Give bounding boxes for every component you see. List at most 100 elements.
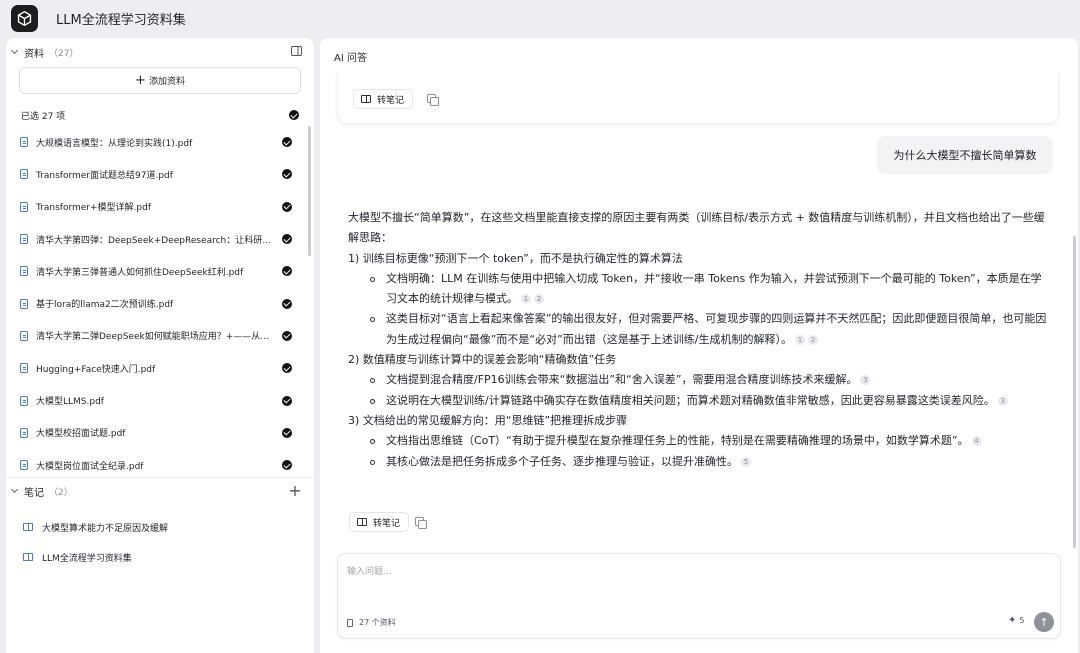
note-item[interactable]: 大模型算术能力不足原因及缓解 (6, 512, 306, 542)
answer-bullet: 文档指出思维链（CoT）“有助于提升模型在复杂推理任务上的性能，特别是在需要精确… (348, 431, 1050, 451)
citation-badge[interactable]: 3 (860, 375, 871, 386)
note-item[interactable]: LLM全流程学习资料集 (6, 542, 306, 572)
citation-badge[interactable]: 3 (997, 395, 1008, 406)
to-note-button[interactable]: 转笔记 (353, 89, 414, 109)
citation-badge[interactable]: 2 (808, 334, 818, 345)
note-title: 大模型算术能力不足原因及缓解 (42, 523, 169, 534)
source-file-item[interactable]: 基于lora的llama2二次预训练.pdf (6, 287, 306, 319)
source-file-name: 大模型校招面试题.pdf (36, 429, 126, 440)
add-note-plus-icon[interactable]: + (288, 483, 302, 499)
notes-header[interactable]: 笔记 （2） (8, 479, 73, 503)
source-file-item[interactable]: 清华大学第三弹普通人如何抓住DeepSeek红利.pdf (6, 255, 306, 287)
model-label: 5 (1019, 616, 1025, 625)
chat-panel: AI 问答 转笔记 为什么大模型不擅长简单算数 大模型不擅长“简单算数”，在这些… (320, 38, 1078, 653)
source-file-name: 大模型LLMS.pdf (36, 397, 104, 408)
source-checkbox[interactable] (282, 266, 292, 277)
source-checkbox[interactable] (282, 460, 292, 471)
document-icon (20, 363, 28, 374)
answer-bullet-text: 其核心做法是把任务拆成多个子任务、逐步推理与验证，以提升准确性。 (386, 454, 738, 468)
source-checkbox[interactable] (282, 363, 292, 374)
source-checkbox[interactable] (282, 137, 292, 148)
notes-list: 大模型算术能力不足原因及缓解 LLM全流程学习资料集 (6, 512, 306, 572)
to-note-label: 转笔记 (373, 518, 401, 529)
send-button[interactable]: ↑ (1034, 612, 1054, 632)
note-title: LLM全流程学习资料集 (42, 553, 132, 564)
source-file-item[interactable]: 大模型校招面试题.pdf (6, 417, 306, 449)
answer-to-note-button[interactable]: 转笔记 (349, 512, 410, 532)
citation-badge[interactable]: 5 (741, 456, 751, 467)
sparkle-icon: ✦ (1008, 615, 1017, 626)
chat-scrollbar[interactable] (1073, 236, 1076, 548)
document-icon (20, 427, 28, 438)
answer-intro-text: 大模型不擅长“简单算数”，在这些文档里能直接支撑的原因主要有两类（训练目标/表示… (348, 211, 1045, 245)
question-input-box[interactable]: 输入问题... 27 个资料 ✦ 5 ↑ (337, 553, 1061, 639)
citation-badge[interactable]: 1 (521, 294, 531, 305)
sources-count: （27） (49, 48, 79, 59)
source-file-item[interactable]: 大模型LLMS.pdf (6, 384, 306, 416)
selected-count-label: 已选 27 项 (21, 111, 66, 122)
document-icon (347, 618, 353, 627)
add-source-label: 添加资料 (148, 77, 185, 87)
answer-bullet-text: 这说明在大模型训练/计算链路中确实存在数值精度相关问题；而算术题对精确数值非常敏… (386, 393, 995, 407)
sources-scrollbar[interactable] (308, 126, 311, 256)
source-file-item[interactable]: 清华大学第二弹DeepSeek如何赋能职场应用？+——从提示语技巧到多场景应用.… (6, 320, 306, 352)
panel-toggle-icon[interactable] (290, 45, 302, 57)
document-icon (20, 298, 28, 309)
select-all-row[interactable]: 已选 27 项 (21, 108, 299, 122)
source-count-indicator[interactable]: 27 个资料 (347, 617, 396, 628)
book-icon (23, 553, 33, 561)
source-checkbox[interactable] (282, 234, 292, 245)
document-icon (20, 201, 28, 212)
chevron-down-icon (10, 46, 19, 55)
citation-badge[interactable]: 4 (971, 436, 982, 447)
answer-section-2: 2) 数值精度与训练计算中的误差会影响“精确数值”任务 (348, 353, 617, 367)
chevron-down-icon (10, 485, 19, 494)
source-file-name: 基于lora的llama2二次预训练.pdf (36, 300, 174, 311)
bullet-icon (370, 459, 375, 465)
arrow-up-icon: ↑ (1039, 615, 1049, 629)
answer-bullet-text: 文档提到混合精度/FP16训练会带来“数据溢出”和“舍入误差”，需要用混合精度训… (386, 373, 858, 387)
answer-bullet: 这类目标对“语言上看起来像答案”的输出很友好，但对需要严格、可复现步骤的四则运算… (348, 309, 1050, 350)
source-checkbox[interactable] (282, 427, 292, 438)
answer-bullet-text: 文档明确：LLM 在训练与使用中把输入切成 Token，并“接收一串 Token… (386, 271, 1042, 306)
source-checkbox[interactable] (282, 298, 292, 309)
source-file-name: Transformer面试题总结97道.pdf (36, 170, 173, 181)
citation-badge[interactable]: 2 (534, 294, 544, 305)
answer-intro: 大模型不擅长“简单算数”，在这些文档里能直接支撑的原因主要有两类（训练目标/表示… (348, 208, 1050, 249)
to-note-label: 转笔记 (377, 95, 405, 106)
plus-icon: + (135, 73, 146, 88)
book-icon (357, 518, 367, 526)
bullet-icon (370, 398, 375, 404)
source-checkbox[interactable] (282, 330, 292, 341)
select-all-checkbox[interactable] (289, 110, 299, 120)
source-file-item[interactable]: Transformer面试题总结97道.pdf (6, 158, 306, 190)
copy-icon[interactable] (415, 517, 427, 529)
answer-bullet: 其核心做法是把任务拆成多个子任务、逐步推理与验证，以提升准确性。 5 (348, 452, 1050, 472)
previous-answer-card: 转笔记 (337, 72, 1059, 124)
source-file-item[interactable]: 清华大学第四弹：DeepSeek+DeepResearch：让科研像聊天一样简单… (6, 223, 306, 255)
bullet-icon (370, 276, 375, 282)
source-file-name: 清华大学第四弹：DeepSeek+DeepResearch：让科研像聊天一样简单… (36, 235, 274, 246)
copy-icon[interactable] (427, 94, 439, 106)
question-input[interactable]: 输入问题... (347, 564, 392, 577)
answer-bullet: 文档提到混合精度/FP16训练会带来“数据溢出”和“舍入误差”，需要用混合精度训… (348, 370, 1050, 390)
sources-header[interactable]: 资料 （27） (8, 40, 78, 64)
book-icon (361, 95, 371, 103)
source-checkbox[interactable] (282, 169, 292, 180)
user-question-bubble: 为什么大模型不擅长简单算数 (877, 136, 1053, 174)
app-logo-icon[interactable] (11, 5, 38, 32)
source-file-name: 清华大学第三弹普通人如何抓住DeepSeek红利.pdf (36, 267, 244, 278)
document-icon (20, 460, 28, 471)
source-checkbox[interactable] (282, 201, 292, 212)
source-file-item[interactable]: Transformer+模型详解.pdf (6, 191, 306, 223)
model-selector[interactable]: ✦ 5 (1008, 615, 1024, 626)
source-file-item[interactable]: Hugging+Face快速入门.pdf (6, 352, 306, 384)
add-source-button[interactable]: + 添加资料 (19, 67, 301, 94)
citation-badge[interactable]: 1 (795, 334, 805, 345)
source-checkbox[interactable] (282, 395, 292, 406)
notes-header-label: 笔记 (24, 487, 44, 499)
source-file-item[interactable]: 大规模语言模型：从理论到实践(1).pdf (6, 126, 306, 158)
notes-count: （2） (49, 487, 73, 498)
ai-answer: 大模型不擅长“简单算数”，在这些文档里能直接支撑的原因主要有两类（训练目标/表示… (348, 208, 1050, 472)
section-divider (6, 477, 314, 478)
